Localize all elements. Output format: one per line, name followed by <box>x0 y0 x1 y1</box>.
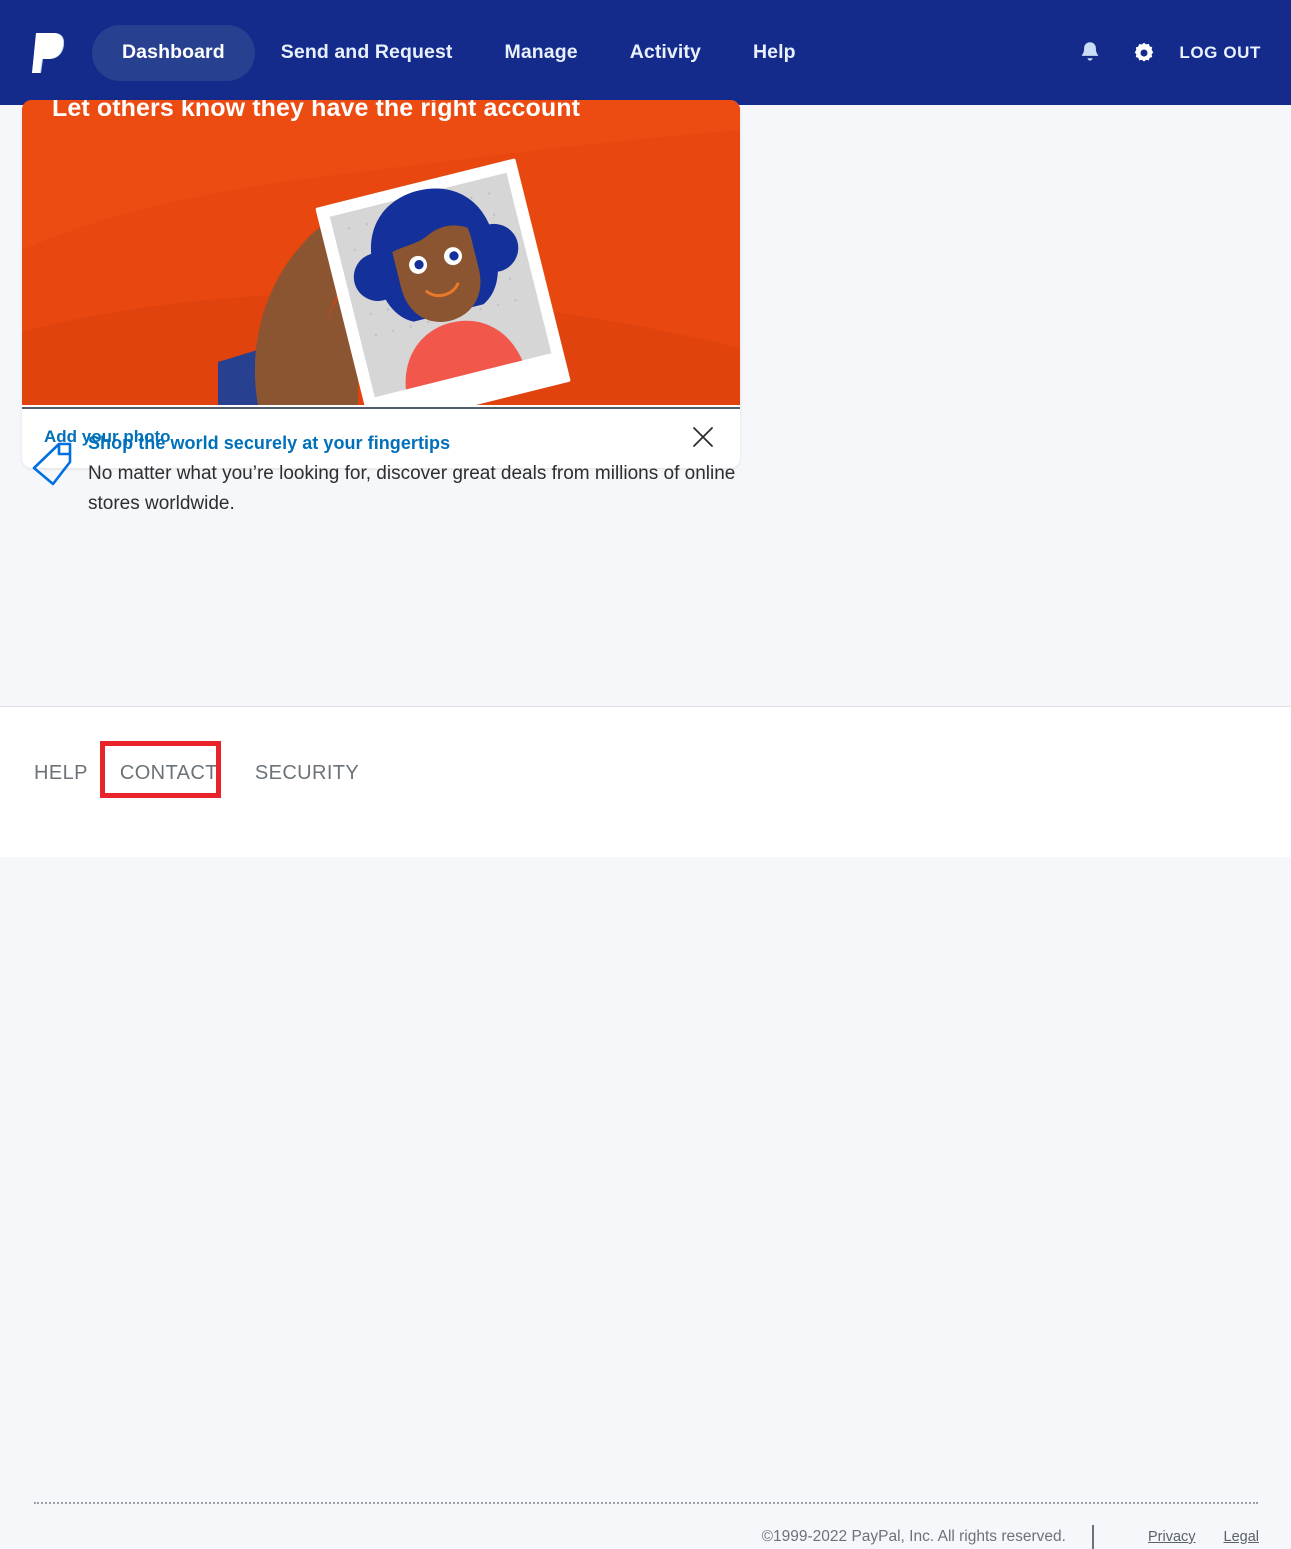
nav-item-activity[interactable]: Activity <box>604 25 727 81</box>
shopping-tip-body: Shop the world securely at your fingerti… <box>84 430 740 519</box>
nav-item-send-and-request[interactable]: Send and Request <box>255 25 479 81</box>
footer-separator <box>1091 1525 1094 1549</box>
shopping-tip-text: No matter what you’re looking for, disco… <box>88 463 736 514</box>
logout-button[interactable]: LOG OUT <box>1179 43 1261 63</box>
top-navigation-bar: Dashboard Send and Request Manage Activi… <box>0 0 1291 105</box>
nav-actions: LOG OUT <box>1063 26 1269 80</box>
add-photo-promo-card: Let others know they have the right acco… <box>22 100 740 468</box>
paypal-logo[interactable] <box>28 28 72 78</box>
nav-item-label: Help <box>752 41 796 63</box>
bell-icon <box>1082 42 1099 61</box>
nav-item-label: Send and Request <box>280 41 453 63</box>
footer-link-legal[interactable]: Legal <box>1224 1529 1259 1545</box>
nav-item-label: Dashboard <box>122 41 225 63</box>
section-divider <box>22 407 740 409</box>
nav-links: Dashboard Send and Request Manage Activi… <box>92 24 822 81</box>
contact-highlight-box <box>100 741 221 798</box>
settings-button[interactable] <box>1117 26 1171 80</box>
price-tag-icon <box>22 430 84 519</box>
nav-item-help[interactable]: Help <box>727 25 822 81</box>
copyright-text: ©1999-2022 PayPal, Inc. All rights reser… <box>761 1528 1066 1545</box>
main-content: Let others know they have the right acco… <box>0 100 1291 705</box>
gear-icon <box>1135 42 1154 61</box>
footer-bottom: ©1999-2022 PayPal, Inc. All rights reser… <box>762 1525 1259 1549</box>
promo-headline: Let others know they have the right acco… <box>52 100 580 122</box>
footer-link-security[interactable]: SECURITY <box>255 762 359 785</box>
banner-artwork <box>22 100 740 405</box>
shopping-tip-row: Shop the world securely at your fingerti… <box>22 430 740 519</box>
nav-item-manage[interactable]: Manage <box>478 25 603 81</box>
nav-item-label: Manage <box>504 41 578 63</box>
footer-dotted-rule <box>34 1502 1258 1504</box>
promo-banner-illustration: Let others know they have the right acco… <box>22 100 740 405</box>
nav-item-label: Activity <box>629 41 701 63</box>
shopping-tip-title: Shop the world securely at your fingerti… <box>88 433 451 453</box>
nav-item-dashboard[interactable]: Dashboard <box>92 24 255 81</box>
notifications-button[interactable] <box>1063 26 1117 80</box>
footer-link-help[interactable]: HELP <box>34 762 88 785</box>
footer-link-privacy[interactable]: Privacy <box>1148 1529 1196 1545</box>
